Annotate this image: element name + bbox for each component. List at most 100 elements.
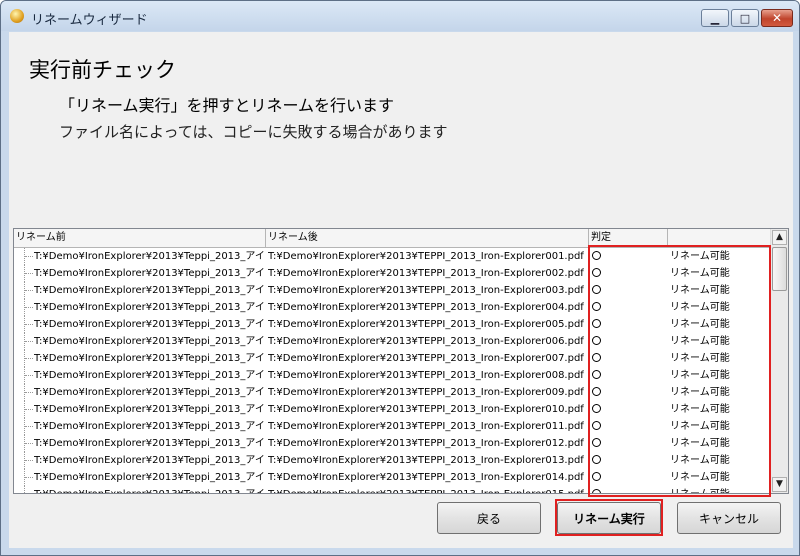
ok-circle-icon	[592, 472, 601, 481]
table-row[interactable]: T:¥Demo¥IronExplorer¥2013¥Teppi_2013_アイア…	[14, 282, 772, 299]
cell-status: リネーム可能	[670, 438, 730, 449]
cell-after: T:¥Demo¥IronExplorer¥2013¥TEPPI_2013_Iro…	[268, 486, 588, 493]
cell-status: リネーム可能	[670, 319, 730, 330]
cell-status: リネーム可能	[670, 353, 730, 364]
page-title: 実行前チェック	[29, 58, 176, 82]
maximize-button[interactable]: □	[731, 9, 759, 27]
rename-wizard-window: リネームウィザード ▁ □ ✕ 実行前チェック 「リネーム実行」を押すとリネーム…	[0, 0, 800, 556]
vertical-scrollbar[interactable]: ▲ ▼	[770, 229, 788, 493]
wizard-content: 実行前チェック 「リネーム実行」を押すとリネームを行います ファイル名によっては…	[9, 32, 793, 548]
table-row[interactable]: T:¥Demo¥IronExplorer¥2013¥Teppi_2013_アイア…	[14, 384, 772, 401]
column-header-after[interactable]: リネーム後	[266, 229, 589, 247]
ok-circle-icon	[592, 268, 601, 277]
scroll-thumb[interactable]	[772, 247, 787, 291]
table-row[interactable]: T:¥Demo¥IronExplorer¥2013¥Teppi_2013_アイア…	[14, 265, 772, 282]
ok-circle-icon	[592, 353, 601, 362]
ok-circle-icon	[592, 336, 601, 345]
table-row[interactable]: T:¥Demo¥IronExplorer¥2013¥Teppi_2013_アイア…	[14, 367, 772, 384]
ok-circle-icon	[592, 387, 601, 396]
cell-before: T:¥Demo¥IronExplorer¥2013¥Teppi_2013_アイア	[34, 455, 265, 466]
cell-status: リネーム可能	[670, 370, 730, 381]
table-row[interactable]: T:¥Demo¥IronExplorer¥2013¥Teppi_2013_アイア…	[14, 435, 772, 452]
cell-before: T:¥Demo¥IronExplorer¥2013¥Teppi_2013_アイア	[34, 353, 265, 364]
cell-after: T:¥Demo¥IronExplorer¥2013¥TEPPI_2013_Iro…	[268, 302, 584, 313]
cell-status: リネーム可能	[670, 251, 730, 262]
cell-status: リネーム可能	[670, 486, 770, 493]
ok-circle-icon	[592, 404, 601, 413]
cell-before: T:¥Demo¥IronExplorer¥2013¥Teppi_2013_アイア	[34, 302, 265, 313]
scroll-up-arrow-icon[interactable]: ▲	[772, 230, 787, 245]
table-row[interactable]: T:¥Demo¥IronExplorer¥2013¥Teppi_2013_アイア…	[14, 248, 772, 265]
ok-circle-icon	[592, 285, 601, 294]
cancel-button[interactable]: キャンセル	[677, 502, 781, 534]
column-header-judgement[interactable]: 判定	[589, 229, 668, 247]
table-row[interactable]: T:¥Demo¥IronExplorer¥2013¥Teppi_2013_アイア…	[14, 316, 772, 333]
table-row[interactable]: T:¥Demo¥IronExplorer¥2013¥Teppi_2013_アイア…	[14, 452, 772, 469]
table-row[interactable]: T:¥Demo¥IronExplorer¥2013¥Teppi_2013_アイア…	[14, 469, 772, 486]
cell-before: T:¥Demo¥IronExplorer¥2013¥Teppi_2013_アイア	[34, 336, 265, 347]
minimize-button[interactable]: ▁	[701, 9, 729, 27]
table-row[interactable]: T:¥Demo¥IronExplorer¥2013¥Teppi_2013_アイア…	[14, 401, 772, 418]
cell-after: T:¥Demo¥IronExplorer¥2013¥TEPPI_2013_Iro…	[268, 438, 584, 449]
table-row[interactable]: T:¥Demo¥IronExplorer¥2013¥Teppi_2013_アイア…	[14, 350, 772, 367]
cell-status: リネーム可能	[670, 285, 730, 296]
cell-before: T:¥Demo¥IronExplorer¥2013¥Teppi_2013_アイア	[34, 285, 265, 296]
cell-before: T:¥Demo¥IronExplorer¥2013¥Teppi_2013_アイア	[34, 421, 265, 432]
cell-before: T:¥Demo¥IronExplorer¥2013¥Teppi_2013_アイア	[34, 319, 265, 330]
cell-status: リネーム可能	[670, 336, 730, 347]
ok-circle-icon	[592, 421, 601, 430]
cell-after: T:¥Demo¥IronExplorer¥2013¥TEPPI_2013_Iro…	[268, 455, 584, 466]
cell-before: T:¥Demo¥IronExplorer¥2013¥Teppi_2013_アイア	[34, 268, 265, 279]
cell-after: T:¥Demo¥IronExplorer¥2013¥TEPPI_2013_Iro…	[268, 404, 584, 415]
cell-after: T:¥Demo¥IronExplorer¥2013¥TEPPI_2013_Iro…	[268, 319, 584, 330]
instruction-text: 「リネーム実行」を押すとリネームを行います	[59, 96, 395, 115]
ok-circle-icon	[592, 455, 601, 464]
window-title: リネームウィザード	[31, 13, 148, 28]
scroll-down-arrow-icon[interactable]: ▼	[772, 477, 787, 492]
app-icon	[10, 9, 24, 23]
column-header-result[interactable]	[668, 229, 772, 247]
cell-after: T:¥Demo¥IronExplorer¥2013¥TEPPI_2013_Iro…	[268, 472, 584, 483]
cell-before: T:¥Demo¥IronExplorer¥2013¥Teppi_2013_アイア	[34, 404, 265, 415]
cell-after: T:¥Demo¥IronExplorer¥2013¥TEPPI_2013_Iro…	[268, 353, 584, 364]
cell-status: リネーム可能	[670, 302, 730, 313]
table-row[interactable]: T:¥Demo¥IronExplorer¥2013¥Teppi_2013_アイア…	[14, 486, 772, 493]
cell-after: T:¥Demo¥IronExplorer¥2013¥TEPPI_2013_Iro…	[268, 268, 584, 279]
cell-after: T:¥Demo¥IronExplorer¥2013¥TEPPI_2013_Iro…	[268, 285, 584, 296]
cell-before: T:¥Demo¥IronExplorer¥2013¥Teppi_2013_アイア	[34, 387, 265, 398]
grid-rows: T:¥Demo¥IronExplorer¥2013¥Teppi_2013_アイア…	[14, 248, 772, 493]
cell-before: T:¥Demo¥IronExplorer¥2013¥Teppi_2013_アイア	[34, 370, 265, 381]
cell-before: T:¥Demo¥IronExplorer¥2013¥Teppi_2013_アイア	[34, 251, 265, 262]
table-row[interactable]: T:¥Demo¥IronExplorer¥2013¥Teppi_2013_アイア…	[14, 418, 772, 435]
table-row[interactable]: T:¥Demo¥IronExplorer¥2013¥Teppi_2013_アイア…	[14, 333, 772, 350]
minimize-icon: ▁	[710, 11, 720, 25]
ok-circle-icon	[592, 302, 601, 311]
title-bar[interactable]: リネームウィザード ▁ □ ✕	[1, 1, 799, 31]
cell-status: リネーム可能	[670, 421, 730, 432]
close-icon: ✕	[771, 11, 783, 25]
cell-before: T:¥Demo¥IronExplorer¥2013¥Teppi_2013_アイア	[34, 438, 265, 449]
ok-circle-icon	[592, 370, 601, 379]
cell-status: リネーム可能	[670, 268, 730, 279]
cell-after: T:¥Demo¥IronExplorer¥2013¥TEPPI_2013_Iro…	[268, 336, 584, 347]
column-header-before[interactable]: リネーム前	[14, 229, 266, 247]
wizard-header: 実行前チェック 「リネーム実行」を押すとリネームを行います ファイル名によっては…	[9, 32, 793, 228]
grid-header: リネーム前 リネーム後 判定	[14, 229, 772, 248]
cell-before: T:¥Demo¥IronExplorer¥2013¥Teppi_2013_アイア	[34, 486, 265, 493]
cell-status: リネーム可能	[670, 455, 730, 466]
cell-after: T:¥Demo¥IronExplorer¥2013¥TEPPI_2013_Iro…	[268, 387, 584, 398]
run-rename-button[interactable]: リネーム実行	[557, 502, 661, 534]
back-button[interactable]: 戻る	[437, 502, 541, 534]
cell-after: T:¥Demo¥IronExplorer¥2013¥TEPPI_2013_Iro…	[268, 251, 584, 262]
ok-circle-icon	[592, 319, 601, 328]
cell-after: T:¥Demo¥IronExplorer¥2013¥TEPPI_2013_Iro…	[268, 370, 584, 381]
warning-text: ファイル名によっては、コピーに失敗する場合があります	[59, 123, 448, 141]
cell-status: リネーム可能	[670, 404, 730, 415]
cell-status: リネーム可能	[670, 387, 730, 398]
close-button[interactable]: ✕	[761, 9, 793, 27]
cell-status: リネーム可能	[670, 472, 730, 483]
cell-after: T:¥Demo¥IronExplorer¥2013¥TEPPI_2013_Iro…	[268, 421, 584, 432]
rename-grid[interactable]: リネーム前 リネーム後 判定 T:¥Demo¥IronExplorer¥2013…	[13, 228, 789, 494]
table-row[interactable]: T:¥Demo¥IronExplorer¥2013¥Teppi_2013_アイア…	[14, 299, 772, 316]
cell-before: T:¥Demo¥IronExplorer¥2013¥Teppi_2013_アイア	[34, 472, 265, 483]
